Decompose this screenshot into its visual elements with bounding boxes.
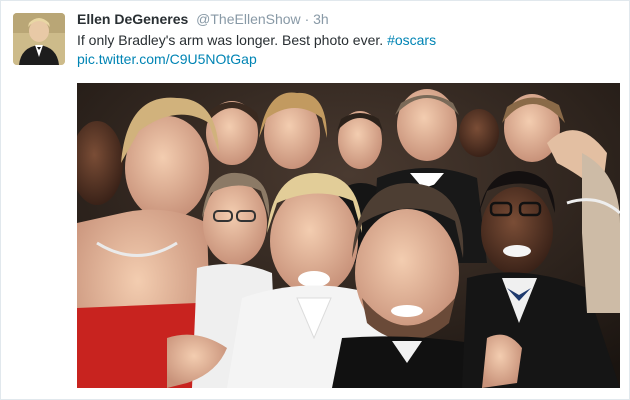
- user-handle[interactable]: @TheEllenShow: [196, 11, 301, 27]
- tweet-timestamp[interactable]: 3h: [313, 11, 329, 27]
- tweet-card[interactable]: Ellen DeGeneres @TheEllenShow · 3h If on…: [0, 0, 630, 400]
- tweet-photo[interactable]: [77, 83, 620, 388]
- avatar[interactable]: [13, 13, 65, 65]
- user-name[interactable]: Ellen DeGeneres: [77, 11, 188, 27]
- selfie-photo-icon: [77, 83, 620, 388]
- separator-dot: ·: [304, 11, 310, 27]
- tweet-header: Ellen DeGeneres @TheEllenShow · 3h: [77, 11, 619, 29]
- tweet-text: If only Bradley's arm was longer. Best p…: [77, 31, 617, 69]
- user-avatar-icon: [13, 13, 65, 65]
- photo-link[interactable]: pic.twitter.com/C9U5NOtGap: [77, 51, 257, 67]
- hashtag-link[interactable]: #oscars: [387, 32, 436, 48]
- tweet-body: If only Bradley's arm was longer. Best p…: [77, 32, 384, 48]
